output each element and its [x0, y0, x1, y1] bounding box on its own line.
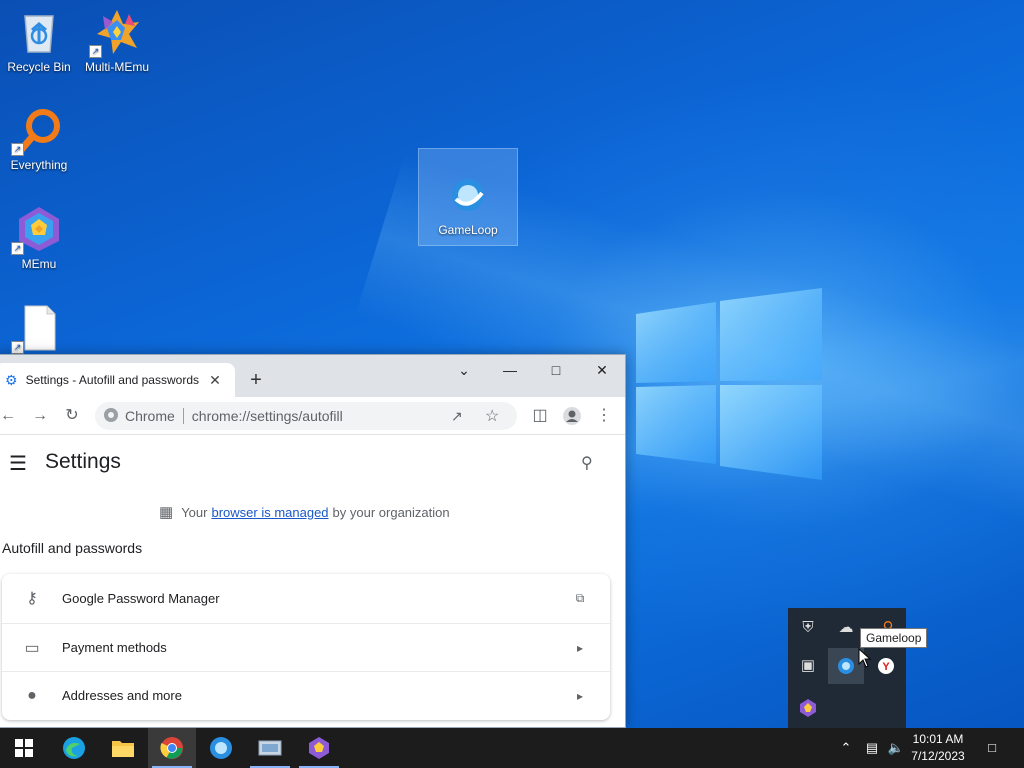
page-title: Settings — [45, 450, 121, 473]
system-clock[interactable]: 10:01 AM 7/12/2023 — [906, 731, 970, 765]
tab-strip: ⚙ Settings - Autofill and passwords ✕ + … — [0, 355, 625, 397]
taskbar-file-explorer[interactable] — [99, 728, 147, 768]
settings-page: ☰ Settings ⚲ ▦ Your browser is managed b… — [0, 435, 625, 727]
chrome-icon — [160, 737, 183, 759]
credit-card-icon: ▭ — [24, 639, 40, 657]
arrow-right-icon: ▸ — [576, 688, 584, 703]
clock-date: 7/12/2023 — [911, 749, 965, 763]
open-external-icon: ⧉ — [575, 590, 585, 605]
row-label: Google Password Manager — [62, 590, 220, 606]
reload-button[interactable]: ↻ — [59, 403, 85, 429]
desktop-icon-label: Everything — [10, 158, 68, 172]
managed-notice: ▦ Your browser is managed by your organi… — [159, 503, 450, 521]
desktop-icon-label: GameLoop — [438, 223, 498, 237]
yandex-tray-icon[interactable]: Y — [868, 648, 904, 684]
multi-memu-icon: ↗ — [89, 8, 141, 58]
gameloop-icon — [210, 737, 232, 759]
taskbar-memu[interactable] — [295, 728, 343, 768]
browser-toolbar: ← → ↻ Chrome chrome://settings/autofill … — [0, 397, 625, 435]
desktop-icon-file[interactable]: ↗ — [0, 304, 78, 356]
address-bar[interactable]: Chrome chrome://settings/autofill ↗ ☆ — [95, 402, 517, 430]
desktop-icon-label: Multi-MEmu — [84, 60, 149, 74]
edge-icon — [63, 737, 85, 759]
omnibox-url: chrome://settings/autofill — [191, 408, 343, 424]
start-icon — [15, 739, 33, 757]
chrome-logo-icon — [103, 407, 119, 426]
back-button[interactable]: ← — [0, 403, 21, 429]
profile-avatar-icon[interactable] — [559, 403, 585, 429]
taskbar-gameloop[interactable] — [197, 728, 245, 768]
network-icon[interactable]: ▤ — [862, 738, 882, 758]
managed-prefix: Your — [181, 504, 208, 520]
show-hidden-icons-chevron[interactable]: ⌃ — [836, 738, 856, 758]
key-icon: ⚷ — [26, 590, 38, 607]
row-payment-methods[interactable]: ▭ Payment methods ▸ — [2, 623, 610, 671]
search-icon[interactable]: ⚲ — [581, 453, 593, 473]
row-addresses-and-more[interactable]: ● Addresses and more ▸ — [2, 671, 610, 719]
autofill-card: ⚷ Google Password Manager ⧉ ▭ Payment me… — [2, 574, 610, 720]
maximize-button[interactable]: □ — [533, 355, 579, 385]
tab-title: Settings - Autofill and passwords — [25, 373, 199, 387]
everything-search-icon: ↗ — [11, 106, 63, 156]
row-google-password-manager[interactable]: ⚷ Google Password Manager ⧉ — [2, 574, 610, 622]
tab-settings[interactable]: ⚙ Settings - Autofill and passwords ✕ — [0, 363, 235, 397]
desktop-icon-memu[interactable]: ↗ MEmu — [0, 205, 78, 271]
taskbar-multi-memu[interactable] — [246, 728, 294, 768]
memu-icon: ↗ — [11, 205, 63, 255]
gear-icon: ⚙ — [5, 371, 18, 388]
taskbar: ⌃ ▤ 🔈 10:01 AM 7/12/2023 □ — [0, 728, 1024, 768]
hamburger-menu-icon[interactable]: ☰ — [9, 451, 27, 476]
windows-logo-wallpaper — [636, 288, 822, 480]
recycle-bin-icon — [15, 8, 63, 56]
memu-icon — [309, 737, 329, 759]
chrome-window: ⚙ Settings - Autofill and passwords ✕ + … — [0, 354, 626, 728]
new-tab-button[interactable]: + — [245, 369, 267, 392]
location-pin-icon: ● — [27, 686, 37, 704]
desktop-icon-recycle-bin[interactable]: Recycle Bin — [0, 8, 78, 74]
omnibox-site-chip: Chrome — [125, 408, 175, 424]
bookmark-star-icon[interactable]: ☆ — [485, 406, 499, 426]
forward-button[interactable]: → — [27, 403, 53, 429]
row-label: Payment methods — [62, 640, 167, 655]
row-label: Addresses and more — [62, 688, 182, 703]
omnibox-separator — [182, 408, 184, 424]
window-tray-icon[interactable]: ▣ — [790, 648, 826, 684]
share-icon[interactable]: ↗ — [451, 408, 463, 425]
close-window-button[interactable]: ✕ — [579, 355, 625, 385]
desktop-icon-multi-memu[interactable]: ↗ Multi-MEmu — [78, 8, 156, 74]
start-button[interactable] — [0, 728, 48, 768]
multi-memu-icon — [258, 740, 282, 756]
side-panel-icon[interactable]: ◫ — [527, 403, 553, 429]
tab-search-chevron-icon[interactable]: ⌄ — [441, 355, 487, 385]
action-center-icon[interactable]: □ — [982, 738, 1002, 758]
managed-link[interactable]: browser is managed — [211, 505, 328, 520]
blank-file-icon: ↗ — [11, 304, 63, 354]
tray-tooltip: Gameloop — [860, 628, 928, 648]
building-icon: ▦ — [159, 504, 174, 521]
arrow-right-icon: ▸ — [576, 640, 584, 655]
taskbar-edge[interactable] — [50, 728, 98, 768]
clock-time: 10:01 AM — [912, 732, 964, 746]
minimize-button[interactable]: — — [487, 355, 533, 385]
mouse-cursor-icon — [858, 648, 872, 668]
desktop-icon-label: MEmu — [21, 257, 57, 271]
volume-muted-icon[interactable]: 🔈 — [886, 738, 906, 758]
taskbar-chrome[interactable] — [148, 728, 196, 768]
desktop-icon-gameloop[interactable]: GameLoop — [418, 148, 518, 246]
security-shield-icon[interactable]: ⛨ — [790, 610, 826, 646]
desktop-icon-everything[interactable]: ↗ Everything — [0, 106, 78, 172]
gameloop-icon — [448, 175, 488, 215]
svg-text:Y: Y — [882, 661, 890, 673]
desktop-icon-label: Recycle Bin — [7, 60, 71, 74]
onedrive-offline-icon[interactable]: ☁ — [828, 610, 864, 646]
tray-overflow-flyout: ⛨ ☁ ⚲ ▣ Y — [788, 608, 906, 728]
memu-tray-icon[interactable] — [790, 690, 826, 726]
managed-suffix: by your organization — [332, 504, 450, 520]
section-title: Autofill and passwords — [2, 540, 143, 556]
kebab-menu-icon[interactable]: ⋮ — [591, 403, 617, 429]
file-explorer-icon — [112, 741, 134, 757]
tab-close-icon[interactable]: ✕ — [205, 372, 225, 389]
